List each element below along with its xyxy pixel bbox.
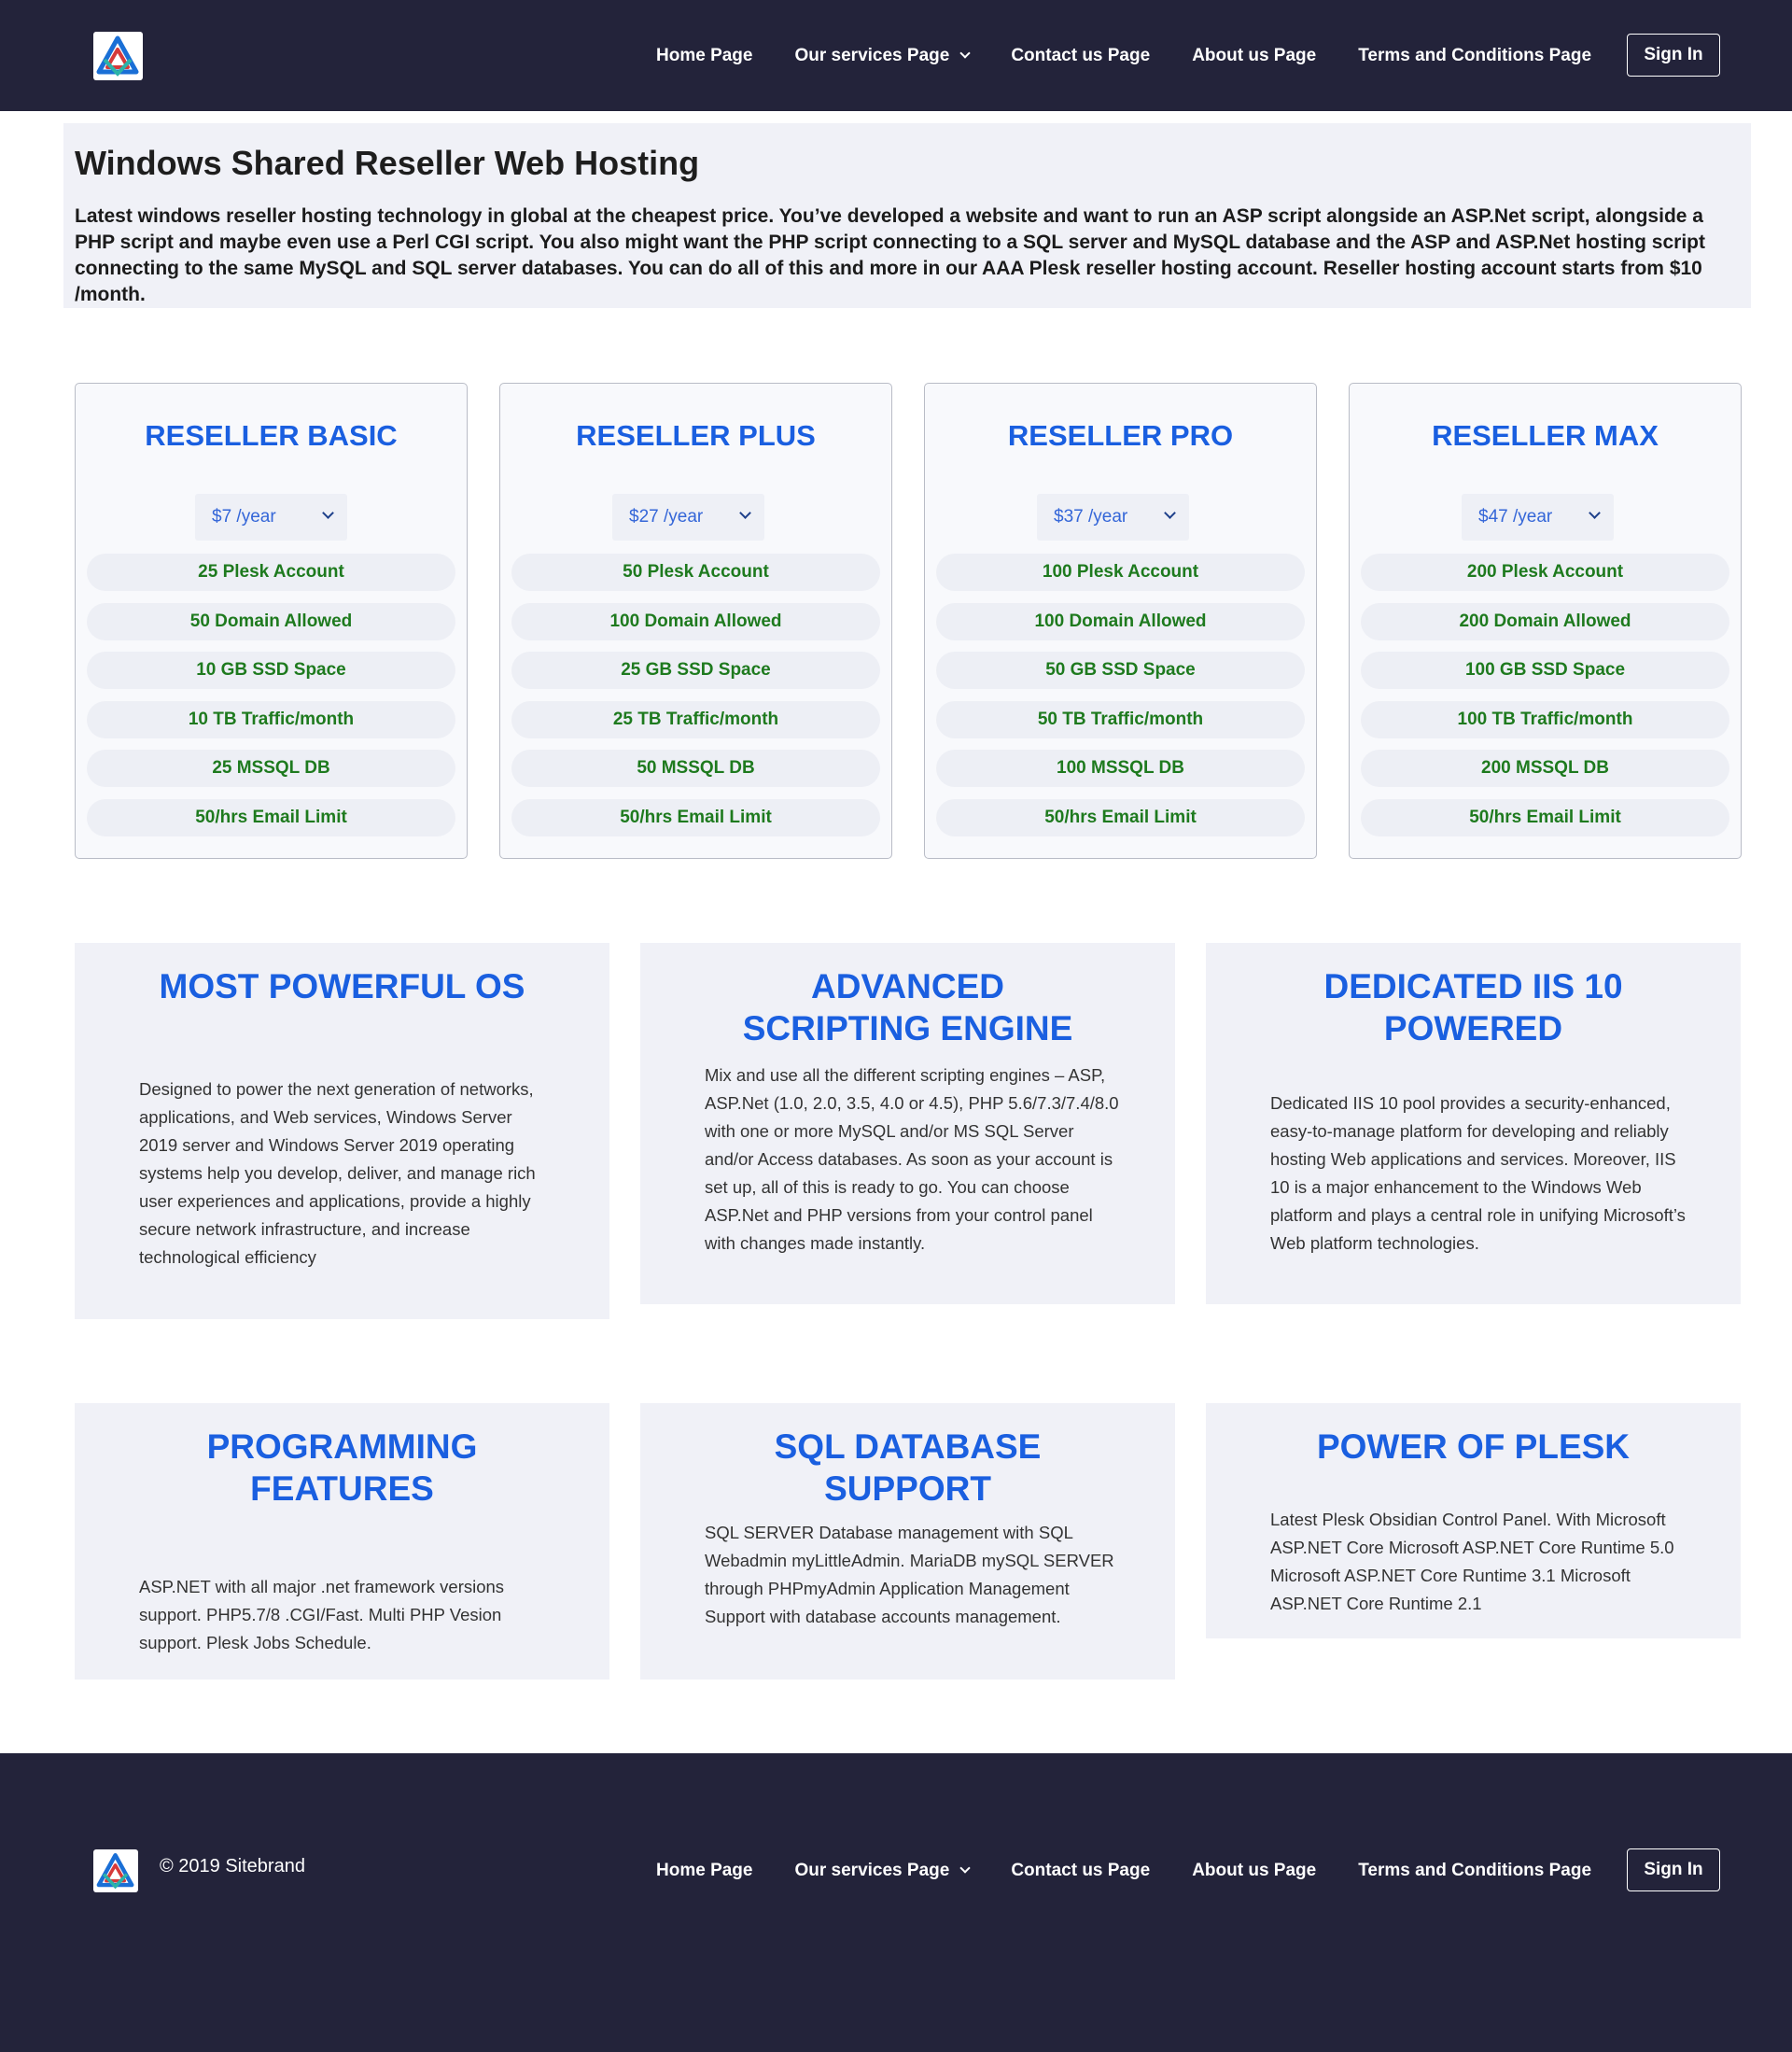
page-title: Windows Shared Reseller Web Hosting: [75, 144, 700, 182]
footer-nav-services-label: Our services Page: [794, 1860, 950, 1880]
plan-title: RESELLER PRO: [1007, 419, 1234, 452]
nav-terms[interactable]: Terms and Conditions Page: [1358, 46, 1591, 66]
chevron-down-icon: [1589, 507, 1601, 519]
sign-in-button[interactable]: Sign In: [1627, 34, 1720, 77]
footer-nav-contact[interactable]: Contact us Page: [1011, 1861, 1150, 1881]
brand-logo-icon[interactable]: [93, 32, 143, 80]
plan-feature: 50 TB Traffic/month: [936, 701, 1305, 738]
feature-box-iis: DEDICATED IIS 10 POWERED Dedicated IIS 1…: [1206, 943, 1741, 1304]
feature-title: PROGRAMMING FEATURES: [206, 1427, 478, 1508]
feature-text: Mix and use all the different scripting …: [705, 1065, 1119, 1253]
footer-nav-terms[interactable]: Terms and Conditions Page: [1358, 1861, 1591, 1881]
plan-feature: 25 TB Traffic/month: [511, 701, 880, 738]
plan-feature: 100 GB SSD Space: [1361, 652, 1729, 689]
plan-title: RESELLER BASIC: [145, 419, 398, 452]
nav-services-label: Our services Page: [794, 45, 950, 65]
price-select[interactable]: $27 /year: [612, 494, 764, 541]
plan-feature: 25 Plesk Account: [87, 554, 455, 591]
plan-card-max: RESELLER MAX $47 /year 200 Plesk Account…: [1349, 383, 1742, 859]
feature-text: Dedicated IIS 10 pool provides a securit…: [1270, 1093, 1686, 1253]
plan-feature: 50 Domain Allowed: [87, 603, 455, 640]
feature-title: POWER OF PLESK: [1316, 1427, 1631, 1466]
intro-text: Latest windows reseller hosting technolo…: [75, 205, 1705, 305]
copyright-text: © 2019 Sitebrand: [160, 1856, 305, 1876]
feature-title: DEDICATED IIS 10 POWERED: [1323, 967, 1623, 1047]
intro-section: Windows Shared Reseller Web Hosting Late…: [63, 123, 1751, 308]
chevron-down-icon: [959, 1862, 971, 1874]
plan-feature: 10 GB SSD Space: [87, 652, 455, 689]
plan-feature: 50/hrs Email Limit: [87, 799, 455, 836]
plan-feature: 25 MSSQL DB: [87, 750, 455, 787]
nav-contact[interactable]: Contact us Page: [1011, 46, 1150, 66]
plan-feature: 100 Domain Allowed: [511, 603, 880, 640]
chevron-down-icon: [739, 507, 751, 519]
plan-card-basic: RESELLER BASIC $7 /year 25 Plesk Account…: [75, 383, 468, 859]
feature-box-programming: PROGRAMMING FEATURES ASP.NET with all ma…: [75, 1403, 609, 1680]
feature-text: ASP.NET with all major .net framework ve…: [139, 1577, 505, 1652]
plan-title: RESELLER MAX: [1432, 419, 1659, 452]
plan-feature: 25 GB SSD Space: [511, 652, 880, 689]
price-select-value: $37 /year: [1054, 507, 1128, 527]
feature-title: SQL DATABASE SUPPORT: [774, 1427, 1042, 1508]
plan-card-plus: RESELLER PLUS $27 /year 50 Plesk Account…: [499, 383, 892, 859]
feature-box-sql: SQL DATABASE SUPPORT SQL SERVER Database…: [640, 1403, 1175, 1680]
feature-box-scripting: ADVANCED SCRIPTING ENGINE Mix and use al…: [640, 943, 1175, 1304]
plan-feature: 100 Plesk Account: [936, 554, 1305, 591]
plan-feature: 200 Domain Allowed: [1361, 603, 1729, 640]
price-select-value: $7 /year: [212, 507, 276, 527]
feature-box-os: MOST POWERFUL OS Designed to power the n…: [75, 943, 609, 1319]
nav-services[interactable]: Our services Page: [794, 45, 971, 66]
plan-feature: 50/hrs Email Limit: [511, 799, 880, 836]
chevron-down-icon: [1164, 507, 1176, 519]
footer-sign-in-button[interactable]: Sign In: [1627, 1848, 1720, 1891]
price-select[interactable]: $47 /year: [1462, 494, 1614, 541]
nav-about[interactable]: About us Page: [1192, 46, 1316, 66]
price-select[interactable]: $7 /year: [195, 494, 347, 541]
nav-home[interactable]: Home Page: [656, 46, 752, 66]
price-select-value: $27 /year: [629, 507, 704, 527]
price-select-value: $47 /year: [1478, 507, 1553, 527]
feature-title: MOST POWERFUL OS: [159, 967, 525, 1005]
plan-feature: 10 TB Traffic/month: [87, 701, 455, 738]
plan-feature: 100 Domain Allowed: [936, 603, 1305, 640]
plan-feature: 50 MSSQL DB: [511, 750, 880, 787]
plan-feature: 200 MSSQL DB: [1361, 750, 1729, 787]
footer-nav-services[interactable]: Our services Page: [794, 1860, 971, 1881]
feature-box-plesk: POWER OF PLESK Latest Plesk Obsidian Con…: [1206, 1403, 1741, 1638]
feature-text: Designed to power the next generation of…: [139, 1079, 536, 1267]
chevron-down-icon: [959, 48, 971, 59]
plan-feature: 200 Plesk Account: [1361, 554, 1729, 591]
plan-feature: 50/hrs Email Limit: [1361, 799, 1729, 836]
feature-text: SQL SERVER Database management with SQL …: [705, 1523, 1114, 1626]
footer-nav: Home Page Our services Page Contact us P…: [656, 1815, 1591, 1926]
feature-text: Latest Plesk Obsidian Control Panel. Wit…: [1270, 1510, 1674, 1613]
brand-logo-icon[interactable]: [93, 1849, 138, 1892]
chevron-down-icon: [322, 507, 334, 519]
header-nav: Home Page Our services Page Contact us P…: [656, 0, 1591, 111]
plan-feature: 50 Plesk Account: [511, 554, 880, 591]
plan-feature: 50 GB SSD Space: [936, 652, 1305, 689]
plan-feature: 100 TB Traffic/month: [1361, 701, 1729, 738]
plan-feature: 100 MSSQL DB: [936, 750, 1305, 787]
top-navbar: Home Page Our services Page Contact us P…: [0, 0, 1792, 111]
plan-title: RESELLER PLUS: [576, 419, 816, 452]
plan-feature: 50/hrs Email Limit: [936, 799, 1305, 836]
feature-title: ADVANCED SCRIPTING ENGINE: [742, 967, 1073, 1047]
footer: © 2019 Sitebrand Home Page Our services …: [0, 1753, 1792, 2052]
footer-nav-home[interactable]: Home Page: [656, 1861, 752, 1881]
plan-card-pro: RESELLER PRO $37 /year 100 Plesk Account…: [924, 383, 1317, 859]
price-select[interactable]: $37 /year: [1037, 494, 1189, 541]
footer-nav-about[interactable]: About us Page: [1192, 1861, 1316, 1881]
